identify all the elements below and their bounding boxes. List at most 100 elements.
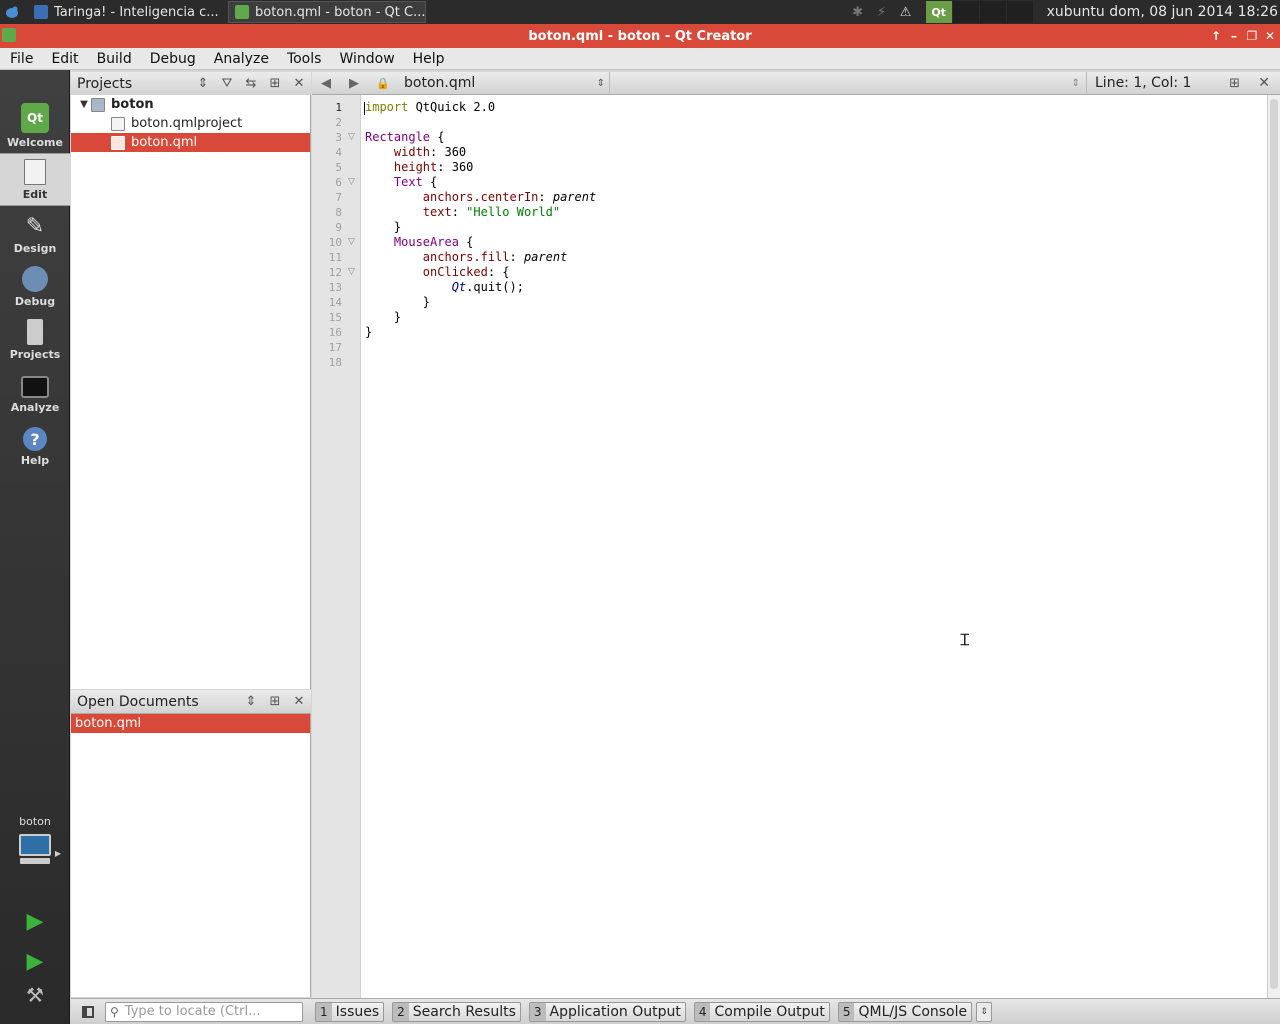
line-number: 18 [328,356,342,369]
code-line[interactable]: Rectangle { [365,130,444,145]
code-line[interactable]: Text { [365,175,437,190]
taskbar-item-qtcreator[interactable]: boton.qml - boton - Qt C... [228,1,426,23]
code-text[interactable]: import QtQuick 2.0 Rectangle { width: 360… [362,100,1267,998]
code-line[interactable]: } [365,295,430,310]
tree-item-label: boton.qml [131,135,198,150]
menu-bar: File Edit Build Debug Analyze Tools Wind… [0,48,1280,70]
close-pane-icon[interactable]: ✕ [287,72,311,96]
tree-item-project[interactable]: ▼ boton [71,95,310,114]
workspace-1[interactable]: Qt [925,1,952,23]
locator-input[interactable]: ⚲ Type to locate (Ctrl... [105,1001,303,1022]
toggle-sidebar-button[interactable] [71,1005,105,1018]
tab-number: 3 [529,1002,546,1021]
network-icon[interactable]: ⚡ [870,0,894,24]
code-line[interactable]: } [365,325,372,340]
tab-number: 4 [694,1002,711,1021]
tab-search-results[interactable]: 2 Search Results [392,1001,521,1022]
mode-edit[interactable]: Edit [0,153,70,206]
mode-projects[interactable]: Projects [0,312,70,365]
code-line[interactable]: onClicked: { [365,265,510,280]
menu-build[interactable]: Build [88,51,141,67]
tree-item-qml[interactable]: boton.qml [71,133,310,152]
close-window-icon[interactable]: ✕ [1264,29,1276,43]
code-line[interactable]: width: 360 [365,145,466,160]
code-line[interactable]: import QtQuick 2.0 [365,100,495,115]
view-select-arrow-icon[interactable]: ⇕ [239,690,263,714]
tab-application-output[interactable]: 3 Application Output [528,1001,686,1022]
vertical-scrollbar[interactable] [1267,95,1280,998]
mode-debug[interactable]: Debug [0,259,70,312]
tab-qml-console[interactable]: 5 QML/JS Console [837,1001,973,1022]
menu-debug[interactable]: Debug [141,51,205,67]
mode-help[interactable]: ? Help [0,418,70,471]
mode-analyze[interactable]: Analyze [0,365,70,418]
workspace-2[interactable] [952,1,979,23]
mode-welcome[interactable]: Qt Welcome [0,100,70,153]
taskbar-item-browser[interactable]: Taringa! - Inteligencia c... [28,1,224,23]
open-file-combo[interactable]: 🔒 boton.qml ⇕ [376,71,610,95]
locator-placeholder: Type to locate (Ctrl... [124,1004,261,1019]
open-documents-view-selector[interactable]: Open Documents [71,694,239,710]
menu-edit[interactable]: Edit [42,51,87,67]
lock-icon[interactable]: 🔒 [376,77,390,90]
filter-tree-icon[interactable]: ⛛ [215,72,239,96]
code-line[interactable]: } [365,220,401,235]
run-button[interactable]: ▶ [22,908,48,934]
projects-view-selector[interactable]: Projects [71,76,191,92]
view-select-arrow-icon[interactable]: ⇕ [191,72,215,96]
code-line[interactable]: anchors.fill: parent [365,250,568,265]
bluetooth-icon[interactable]: ✱ [846,0,870,24]
menu-help[interactable]: Help [404,51,454,67]
warning-icon[interactable]: ⚠ [894,0,918,24]
code-line[interactable]: anchors.centerIn: parent [365,190,596,205]
code-token: } [365,310,402,324]
workspace-3[interactable] [979,1,1006,23]
xfce-menu-button[interactable] [0,0,24,24]
code-line[interactable]: MouseArea { [365,235,473,250]
tab-issues[interactable]: 1 Issues [315,1001,385,1022]
menu-analyze[interactable]: Analyze [205,51,278,67]
line-column-indicator[interactable]: Line: 1, Col: 1 [1086,71,1200,95]
start-debugging-button[interactable]: ▶ [22,948,48,974]
workspace-4[interactable] [1006,1,1033,23]
symbol-combo-arrow-icon[interactable]: ⇕ [1072,78,1080,89]
minimize-icon[interactable]: – [1228,29,1240,43]
split-pane-icon[interactable]: ⊞ [263,72,287,96]
menu-tools[interactable]: Tools [278,51,331,67]
code-line[interactable]: } [365,310,401,325]
kit-selector[interactable]: boton ▶ [0,815,70,864]
build-button[interactable]: ⚒ [22,982,48,1008]
synchronize-with-editor-icon[interactable]: ⇆ [239,72,263,96]
code-line[interactable]: Qt.quit(); [365,280,524,295]
keep-above-icon[interactable]: ↑ [1210,29,1222,43]
fold-marker-icon[interactable]: ▽ [348,235,355,250]
code-line[interactable]: text: "Hello World" [365,205,560,220]
mode-design[interactable]: ✎ Design [0,206,70,259]
menu-window[interactable]: Window [330,51,403,67]
go-forward-icon[interactable]: ▶ [340,76,368,91]
line-number: 13 [328,281,342,294]
scrollbar-thumb[interactable] [1270,99,1278,989]
clock[interactable]: xubuntu dom, 08 jun 2014 18:26 [1033,4,1280,20]
close-document-icon[interactable]: ✕ [1258,75,1270,91]
fold-marker-icon[interactable]: ▽ [348,265,355,280]
debug-play-icon: ▶ [26,948,44,974]
restore-icon[interactable]: ❐ [1246,29,1258,43]
split-pane-icon[interactable]: ⊞ [263,690,287,714]
go-back-icon[interactable]: ◀ [312,76,340,91]
more-output-panes-button[interactable]: ⇕ [976,1001,993,1022]
collapse-triangle-icon[interactable]: ▼ [77,99,91,110]
close-pane-icon[interactable]: ✕ [287,690,311,714]
fold-marker-icon[interactable]: ▽ [348,130,355,145]
tree-item-qmlproject[interactable]: boton.qmlproject [71,114,310,133]
menu-file[interactable]: File [0,51,42,67]
editor-toolbar: ◀ ▶ 🔒 boton.qml ⇕ ⇕ Line: 1, Col: 1 ⊞ ✕ [312,71,1280,95]
code-line[interactable]: height: 360 [365,160,473,175]
fold-marker-icon[interactable]: ▽ [348,175,355,190]
open-document-item[interactable]: boton.qml [71,714,310,733]
split-editor-icon[interactable]: ⊞ [1229,76,1240,91]
tab-compile-output[interactable]: 4 Compile Output [693,1001,830,1022]
window-titlebar[interactable]: boton.qml - boton - Qt Creator ↑ – ❐ ✕ [0,24,1280,48]
